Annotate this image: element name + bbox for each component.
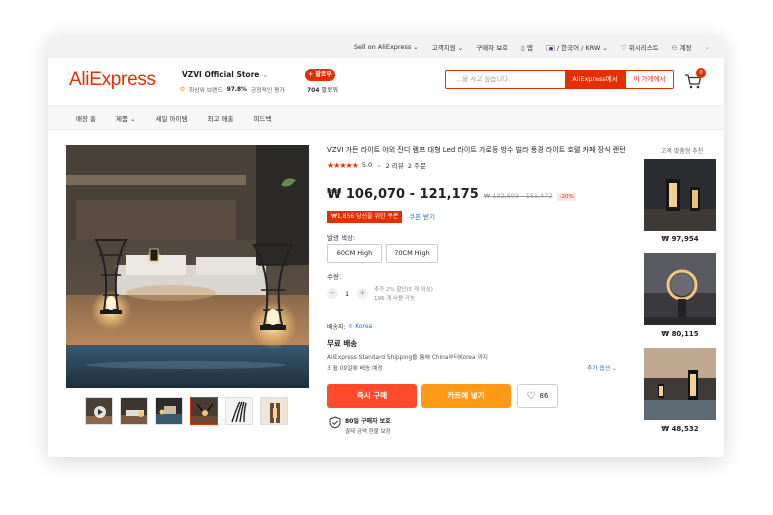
option-70cm[interactable]: 70CM High xyxy=(386,244,438,263)
thumbnail-video[interactable] xyxy=(85,397,113,425)
account-link[interactable]: ⚇ 계정 xyxy=(672,42,692,52)
more-shipping-options-link[interactable]: 추가 옵션 ⌄ xyxy=(587,363,617,372)
chevron-down-icon[interactable]: ⌄ xyxy=(376,161,381,169)
store-header: AliExpress VZVI Official Store ⌄ ✪ 최상위 브… xyxy=(48,58,724,106)
ship-to-label: 배송지: xyxy=(327,324,346,331)
thumbnail-strip xyxy=(85,397,288,425)
recommended-product-image[interactable] xyxy=(644,253,716,325)
option-60cm[interactable]: 60CM High xyxy=(327,244,382,263)
ship-to-country[interactable]: Korea xyxy=(355,323,372,330)
delivery-date: 3 월 09일에 배송 예정 xyxy=(327,366,383,372)
search-aliexpress-button[interactable]: AliExpress에서 xyxy=(565,70,625,89)
color-label: 발광 색상: xyxy=(327,234,356,242)
follower-count: 704 팔로워 xyxy=(307,87,339,94)
product-title: VZVI 가든 라이트 야외 잔디 램프 대형 Led 라이트 가로등 방수 빌… xyxy=(327,146,626,154)
nav-store-home[interactable]: 매장 홈 xyxy=(76,113,96,123)
thumbnail[interactable] xyxy=(120,397,148,425)
coupon-badge: ₩1,856 당신을 위한 쿠폰 xyxy=(327,211,403,223)
locale-selector[interactable]: / 한국어 / KRW ⌄ xyxy=(545,42,608,52)
bulk-discount-note: 추가 2% 할인(5 개 이상) xyxy=(374,287,433,293)
get-coupon-link[interactable]: 쿠폰 받기 xyxy=(409,211,435,223)
wishlist-count: 86 xyxy=(539,392,549,400)
korea-flag-icon xyxy=(545,45,555,51)
quantity-increase-button[interactable]: + xyxy=(357,288,368,299)
support-link[interactable]: 고객지원 ⌄ xyxy=(432,42,463,52)
quantity-value[interactable]: 1 xyxy=(345,290,349,298)
rating-row: ★★★★★ 5.0 ⌄ 2 리뷰 2 주문 xyxy=(327,160,426,171)
stock-available: 196 개 사용 가능 xyxy=(374,296,416,302)
main-product-image[interactable] xyxy=(66,145,309,388)
thumbnail[interactable] xyxy=(260,397,288,425)
shield-icon xyxy=(329,416,341,429)
search-store-button[interactable]: 이 가게에서 xyxy=(625,70,674,89)
top-brand-badge: 최상위 브랜드 xyxy=(188,88,223,94)
app-link[interactable]: ▯ 앱 xyxy=(521,42,533,52)
original-price: ₩ 132,593 - 151,472 xyxy=(483,192,553,200)
nav-top-selling[interactable]: 최고 매출 xyxy=(207,113,233,123)
quantity-label: 수량: xyxy=(327,273,342,281)
follow-button[interactable]: + 팔로우 xyxy=(305,69,335,81)
thumbnail[interactable] xyxy=(225,397,253,425)
buy-now-button[interactable]: 즉시 구매 xyxy=(327,384,417,408)
rating-stars: ★★★★★ xyxy=(327,160,359,170)
positive-rating: 97.8% xyxy=(226,86,247,93)
wishlist-link[interactable]: ♡ 위시리스트 xyxy=(621,42,659,52)
buyer-protection-sub: 결제 금액 환불 보장 xyxy=(345,429,391,435)
price-row: ₩ 106,070 - 121,175 ₩ 132,593 - 151,472 … xyxy=(327,187,576,202)
recommend-title: 고객 맞춤형 추천 xyxy=(660,148,704,155)
rating-score: 5.0 xyxy=(361,161,373,169)
ship-to-row: 배송지: ⌾ Korea xyxy=(327,322,372,332)
discount-badge: -20% xyxy=(557,193,576,201)
positive-rating-label: 긍정적인 평가 xyxy=(250,88,285,94)
recommended-price: ₩ 48,532 xyxy=(661,425,699,433)
heart-icon: ♡ xyxy=(620,44,627,52)
nav-products[interactable]: 제품 ⌄ xyxy=(116,113,136,123)
thumbnail[interactable] xyxy=(155,397,183,425)
nav-sale-items[interactable]: 세일 아이템 xyxy=(156,113,188,123)
phone-icon: ▯ xyxy=(521,44,525,52)
user-icon: ⚇ xyxy=(671,44,678,52)
buyer-protection-block: 80일 구매자 보호 결제 금액 환불 보장 xyxy=(329,416,391,435)
top-utility-bar: Sell on AliExpress ⌄ 고객지원 ⌄ 구매자 보호 ▯ 앱 /… xyxy=(48,36,724,58)
store-name[interactable]: VZVI Official Store ⌄ xyxy=(182,70,268,79)
sell-link[interactable]: Sell on AliExpress ⌄ xyxy=(354,43,419,51)
recommended-product-image[interactable] xyxy=(644,159,716,231)
aliexpress-logo[interactable]: AliExpress xyxy=(69,69,156,91)
order-count: 2 주문 xyxy=(407,162,426,170)
heart-icon: ♡ xyxy=(526,390,536,402)
buyer-protection-title: 80일 구매자 보호 xyxy=(345,418,391,425)
top-brand-icon: ✪ xyxy=(180,86,185,93)
recommended-price: ₩ 80,115 xyxy=(661,330,699,338)
search-input[interactable]: ...을 사고 싶습니다. xyxy=(445,70,565,89)
review-count[interactable]: 2 리뷰 xyxy=(386,160,404,170)
quantity-decrease-button[interactable]: − xyxy=(327,288,338,299)
store-nav: 매장 홈 제품 ⌄ 세일 아이템 최고 매출 피드백 xyxy=(48,106,724,130)
current-price: ₩ 106,070 - 121,175 xyxy=(327,187,479,202)
thumbnail-selected[interactable] xyxy=(190,397,218,425)
chevron-down-icon: ⌄ xyxy=(612,366,617,372)
recommended-product-image[interactable] xyxy=(644,348,716,420)
nav-feedback[interactable]: 피드백 xyxy=(253,113,271,123)
free-shipping-title: 무료 배송 xyxy=(327,339,358,348)
chevron-down-icon: ⌄ xyxy=(130,114,136,123)
chevron-down-icon[interactable]: ⌄ xyxy=(705,43,710,51)
wishlist-button[interactable]: ♡ 86 xyxy=(517,384,558,408)
buyer-protection-link[interactable]: 구매자 보호 xyxy=(476,42,508,52)
cart-count-badge: 0 xyxy=(696,68,706,78)
add-to-cart-button[interactable]: 카트에 넣기 xyxy=(421,384,511,408)
page-card: Sell on AliExpress ⌄ 고객지원 ⌄ 구매자 보호 ▯ 앱 /… xyxy=(48,36,724,457)
location-pin-icon: ⌾ xyxy=(348,322,353,330)
shipping-method: AliExpress Standard Shipping을 통해 China부터… xyxy=(327,355,489,361)
recommended-price: ₩ 97,954 xyxy=(661,235,699,243)
store-meta: ✪ 최상위 브랜드 97.8% 긍정적인 평가 xyxy=(180,85,285,95)
